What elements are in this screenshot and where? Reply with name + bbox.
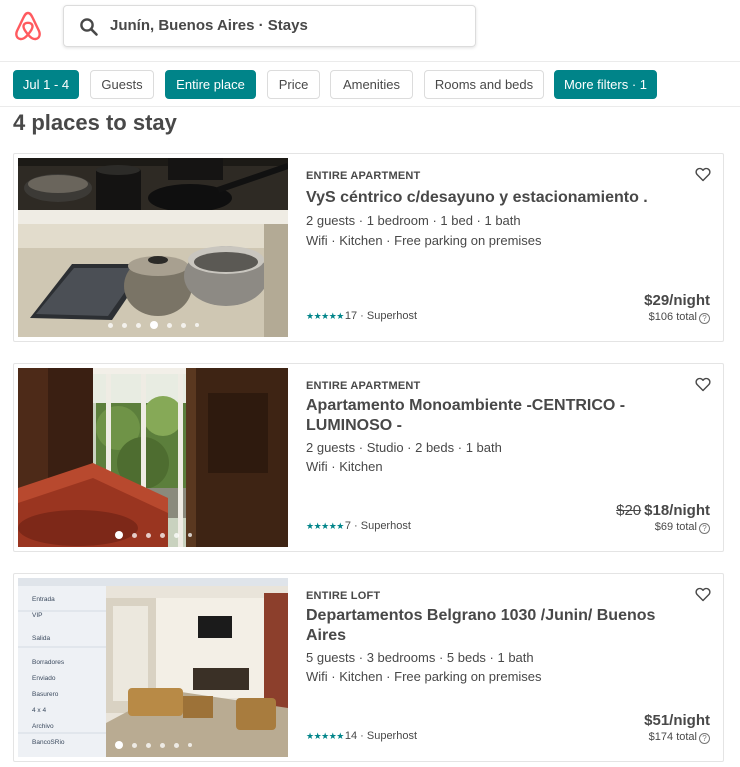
nightly-price: $29/night <box>644 292 710 309</box>
photo-carousel-dots[interactable] <box>18 321 288 329</box>
listing-amenities: Wifi · Kitchen · Free parking on premise… <box>306 233 542 248</box>
nightly-price: $51/night <box>644 712 710 729</box>
sidebar-entry: Salida <box>32 635 51 642</box>
superhost-badge: · Superhost <box>357 730 418 742</box>
sidebar-entry: Entrada <box>32 596 55 603</box>
filter-bar: Jul 1 - 4 Guests Entire place Price Amen… <box>0 62 740 107</box>
carousel-dot[interactable] <box>187 533 192 537</box>
photo-carousel-dots[interactable] <box>18 531 288 539</box>
carousel-dot[interactable] <box>187 743 192 747</box>
total-price-value: $174 total <box>648 731 697 743</box>
original-price: $20 <box>616 502 642 519</box>
superhost-badge: · Superhost <box>350 520 411 532</box>
sidebar-entry: VIP <box>32 612 43 619</box>
carousel-dot[interactable] <box>173 532 179 538</box>
studio-window-photo <box>18 368 288 547</box>
search-input[interactable]: Junín, Buenos Aires · Stays <box>110 17 308 34</box>
carousel-dot-active[interactable] <box>149 321 158 329</box>
heart-icon[interactable] <box>695 167 711 182</box>
carousel-dot[interactable] <box>121 322 127 328</box>
search-icon <box>80 18 98 36</box>
airbnb-logo-icon[interactable] <box>13 10 43 42</box>
filter-dates-button[interactable]: Jul 1 - 4 <box>13 70 79 99</box>
review-count: 14 <box>344 730 358 742</box>
photo-screenshot-sidebar: Entrada VIP Salida Borradores Enviado Ba… <box>18 578 106 757</box>
star-rating-icon: ★★★★★ <box>306 521 344 531</box>
carousel-dot[interactable] <box>135 322 141 328</box>
sidebar-entry: 4 x 4 <box>32 707 47 714</box>
help-icon[interactable]: ? <box>699 733 710 744</box>
carousel-dot[interactable] <box>131 532 137 538</box>
filter-price-button[interactable]: Price <box>267 70 320 99</box>
carousel-dot[interactable] <box>166 322 172 328</box>
filter-guests-button[interactable]: Guests <box>90 70 154 99</box>
listing-title[interactable]: Departamentos Belgrano 1030 /Junin/ Buen… <box>306 606 676 646</box>
listing-photo[interactable] <box>18 158 288 337</box>
listing-photo[interactable]: Entrada VIP Salida Borradores Enviado Ba… <box>18 578 288 757</box>
carousel-dot[interactable] <box>180 322 186 328</box>
heart-icon[interactable] <box>695 377 711 392</box>
listing-details: 2 guests · Studio · 2 beds · 1 bath <box>306 440 502 455</box>
carousel-dot[interactable] <box>131 742 137 748</box>
listing-title[interactable]: VyS céntrico c/desayuno y estacionamient… <box>306 188 676 208</box>
sidebar-entry: Enviado <box>32 675 56 682</box>
carousel-dot[interactable] <box>145 532 151 538</box>
sidebar-entry: Archivo <box>32 723 54 730</box>
star-rating-icon: ★★★★★ <box>306 311 344 321</box>
listing-rating: ★★★★★7 · Superhost <box>306 520 411 532</box>
total-price: $174 total? <box>649 731 710 744</box>
help-icon[interactable]: ? <box>699 313 710 324</box>
nightly-price: $20 $18/night <box>616 502 710 519</box>
kitchen-cookware-photo <box>18 158 288 337</box>
filter-more-filters-button[interactable]: More filters · 1 <box>554 70 657 99</box>
total-price: $69 total? <box>655 521 710 534</box>
carousel-dot[interactable] <box>159 742 165 748</box>
discounted-price: $18/night <box>644 502 710 519</box>
filter-amenities-button[interactable]: Amenities <box>330 70 413 99</box>
listing-rating: ★★★★★17 · Superhost <box>306 310 417 322</box>
help-icon[interactable]: ? <box>699 523 710 534</box>
total-price-value: $69 total <box>654 521 697 533</box>
star-rating-icon: ★★★★★ <box>306 731 344 741</box>
property-type: ENTIRE LOFT <box>306 590 381 602</box>
filter-entire-place-button[interactable]: Entire place <box>165 70 256 99</box>
top-bar: Junín, Buenos Aires · Stays <box>0 0 740 62</box>
listing-photo[interactable] <box>18 368 288 547</box>
listing-rating: ★★★★★14 · Superhost <box>306 730 417 742</box>
listing-details: 5 guests · 3 bedrooms · 5 beds · 1 bath <box>306 650 534 665</box>
listing-details: 2 guests · 1 bedroom · 1 bed · 1 bath <box>306 213 521 228</box>
listing-amenities: Wifi · Kitchen · Free parking on premise… <box>306 669 542 684</box>
listing-amenities: Wifi · Kitchen <box>306 459 383 474</box>
photo-carousel-dots[interactable] <box>18 741 288 749</box>
filter-rooms-beds-button[interactable]: Rooms and beds <box>424 70 544 99</box>
total-price: $106 total? <box>649 311 710 324</box>
property-type: ENTIRE APARTMENT <box>306 380 421 392</box>
total-price-value: $106 total <box>648 311 697 323</box>
superhost-badge: · Superhost <box>357 310 418 322</box>
carousel-dot[interactable] <box>173 742 179 748</box>
search-bar[interactable]: Junín, Buenos Aires · Stays <box>63 5 476 47</box>
listing-card[interactable]: ENTIRE APARTMENT VyS céntrico c/desayuno… <box>13 153 724 342</box>
sidebar-entry: Basurero <box>32 691 59 698</box>
carousel-dot[interactable] <box>159 532 165 538</box>
sidebar-entry: Borradores <box>32 659 65 666</box>
carousel-dot[interactable] <box>107 322 113 328</box>
carousel-dot-active[interactable] <box>114 531 123 539</box>
listing-title[interactable]: Apartamento Monoambiente -CENTRICO - LUM… <box>306 396 676 436</box>
carousel-dot-active[interactable] <box>114 741 123 749</box>
review-count: 17 <box>344 310 358 322</box>
listing-card[interactable]: ENTIRE APARTMENT Apartamento Monoambient… <box>13 363 724 552</box>
listing-card[interactable]: Entrada VIP Salida Borradores Enviado Ba… <box>13 573 724 762</box>
property-type: ENTIRE APARTMENT <box>306 170 421 182</box>
heart-icon[interactable] <box>695 587 711 602</box>
carousel-dot[interactable] <box>145 742 151 748</box>
results-heading: 4 places to stay <box>13 110 177 135</box>
carousel-dot[interactable] <box>194 323 199 327</box>
